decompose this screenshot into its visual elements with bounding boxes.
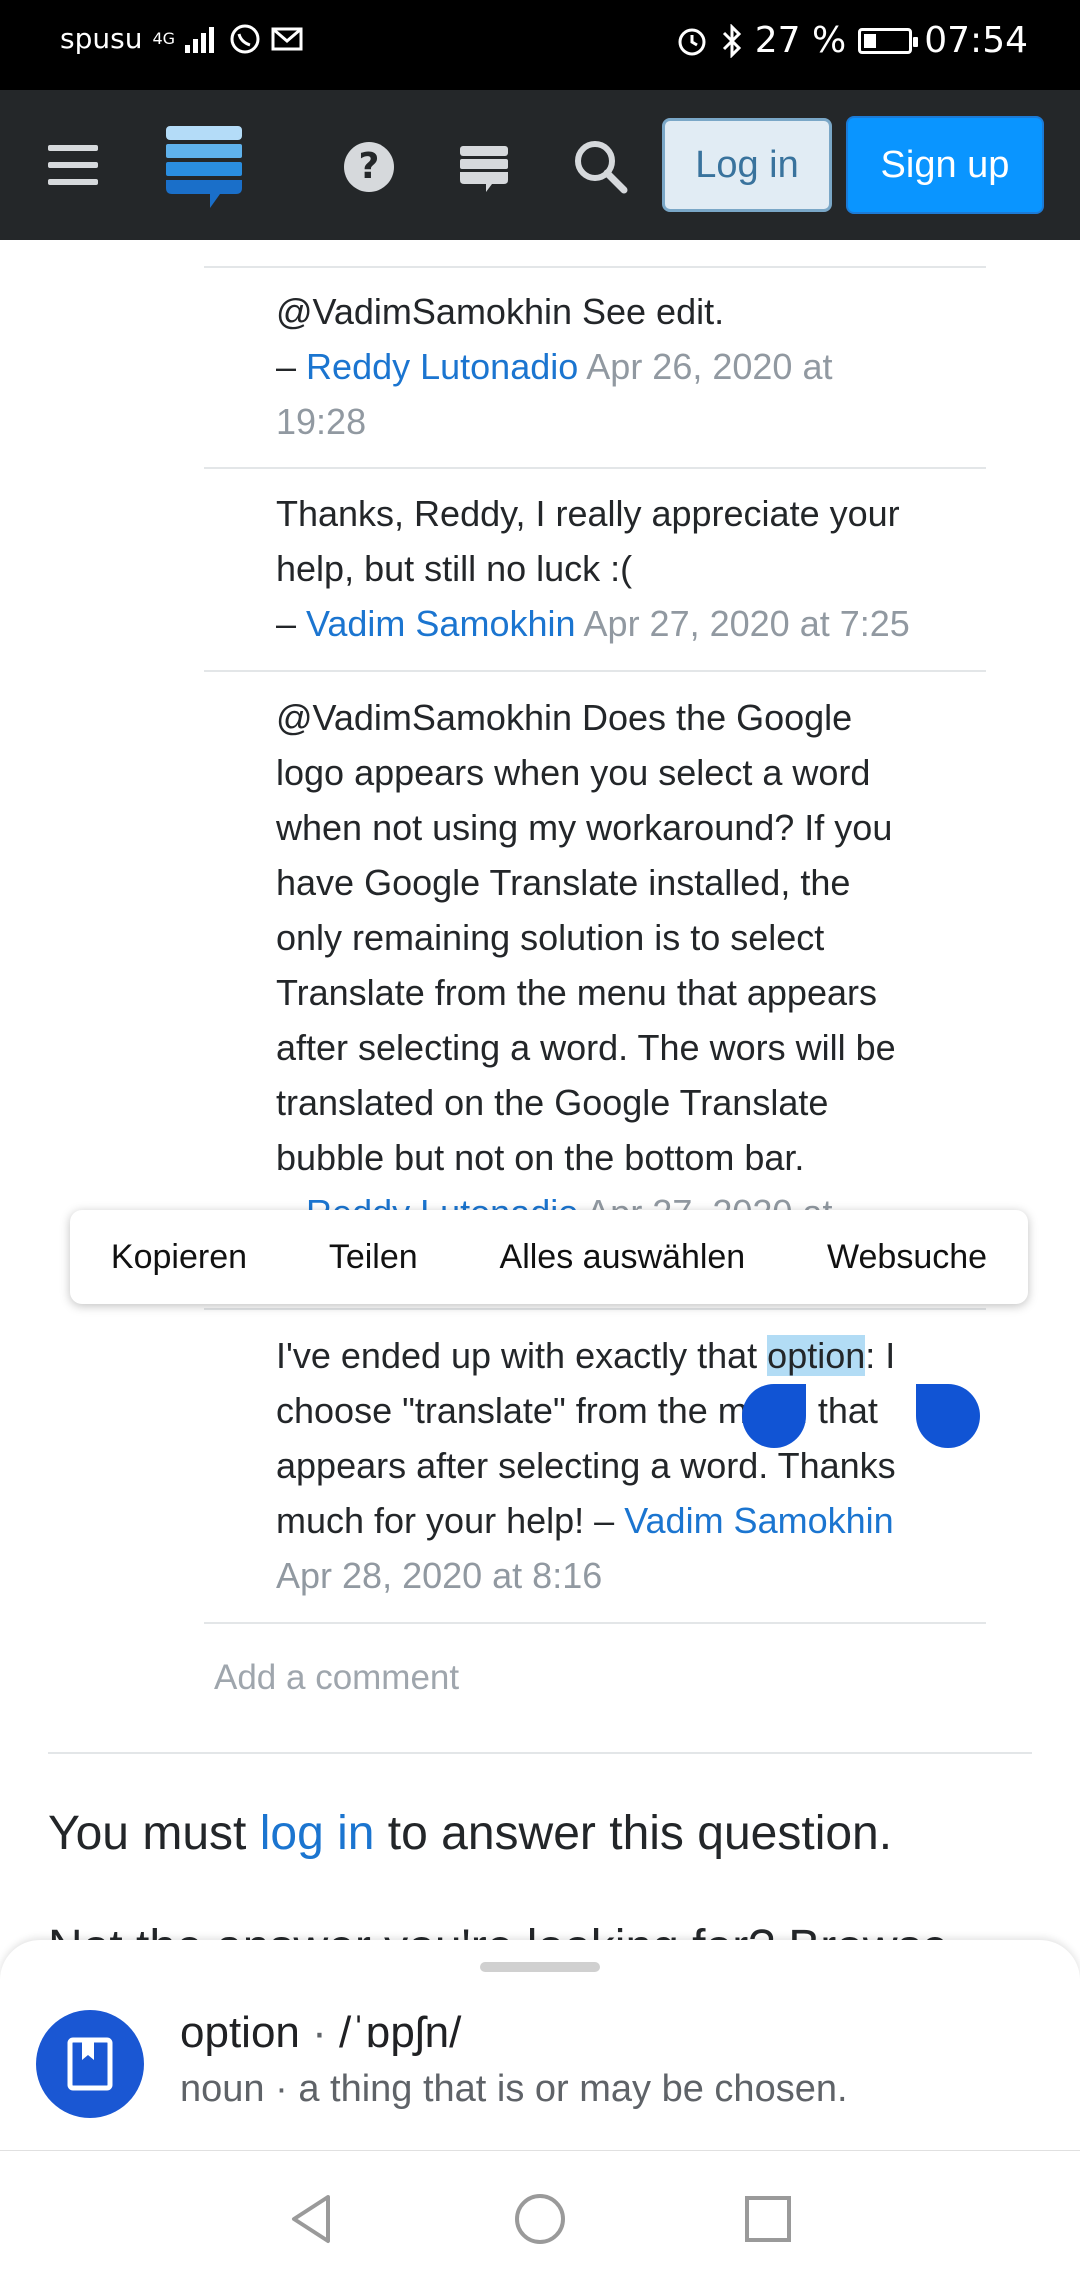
- comment-item: @VadimSamokhin Does the Google logo appe…: [276, 690, 986, 1240]
- comment-text: I've ended up with exactly that: [276, 1335, 768, 1376]
- selected-word[interactable]: option: [767, 1335, 866, 1376]
- text-selection-menu: Kopieren Teilen Alles auswählen Websuche: [70, 1210, 1028, 1304]
- dictionary-headword: option · /ˈɒpʃn/: [180, 2008, 461, 2058]
- comment-date: Apr 28, 2020 at 8:16: [276, 1555, 603, 1596]
- status-right: 27 % 07:54: [675, 20, 1028, 61]
- dictionary-book-icon: [36, 2010, 144, 2118]
- status-left: spusu 4G: [60, 22, 303, 55]
- comment-text-line: @VadimSamokhin Does the Google: [276, 697, 853, 738]
- comment-text-line: after selecting a word. The wors will be: [276, 1027, 896, 1068]
- comment-text: : I: [865, 1335, 896, 1376]
- battery-icon: [858, 27, 919, 54]
- comment-text-line: bubble but not on the bottom bar.: [276, 1137, 805, 1178]
- selection-end-handle[interactable]: [916, 1384, 980, 1448]
- home-icon[interactable]: [512, 2191, 568, 2247]
- clock: 07:54: [924, 20, 1028, 61]
- carrier-label: spusu: [60, 22, 143, 55]
- menu-web-search[interactable]: Websuche: [827, 1238, 987, 1277]
- back-icon[interactable]: [284, 2191, 340, 2247]
- headword-text: option: [180, 2008, 300, 2057]
- comment-date: Apr 27, 2020 at 7:25: [583, 603, 910, 644]
- comment-divider: [204, 670, 986, 672]
- login-link[interactable]: log in: [260, 1807, 375, 1860]
- comment-dash: –: [276, 603, 297, 644]
- dictionary-sheet: option · /ˈɒpʃn/ noun · a thing that is …: [0, 1940, 1080, 2150]
- pronunciation: /ˈɒpʃn/: [339, 2008, 462, 2057]
- comment-divider: [204, 1622, 986, 1624]
- comment-text-line: Translate from the menu that appears: [276, 972, 877, 1013]
- search-icon[interactable]: [570, 136, 630, 196]
- section-divider: [48, 1752, 1032, 1754]
- comment-text-line: translated on the Google Translate: [276, 1082, 829, 1123]
- comment-text-line: only remaining solution is to select: [276, 917, 825, 958]
- add-comment-link[interactable]: Add a comment: [214, 1658, 459, 1698]
- comment-item: I've ended up with exactly that option: …: [276, 1328, 986, 1603]
- hamburger-menu-icon[interactable]: [48, 145, 98, 185]
- definition-text: a thing that is or may be chosen.: [298, 2068, 848, 2110]
- login-button[interactable]: Log in: [662, 118, 832, 212]
- top-navigation: ? Log in Sign up: [0, 90, 1080, 240]
- comment-item: @VadimSamokhin See edit. – Reddy Lutonad…: [276, 284, 986, 449]
- comment-text-line: logo appears when you select a word: [276, 752, 871, 793]
- help-icon[interactable]: ?: [344, 142, 394, 192]
- comment-text: @VadimSamokhin See edit.: [276, 291, 725, 332]
- system-navigation-bar: [0, 2150, 1080, 2281]
- comment-author-link[interactable]: Vadim Samokhin: [306, 603, 575, 644]
- comment-divider: [204, 467, 986, 469]
- comment-text: much for your help! –: [276, 1500, 615, 1541]
- menu-select-all[interactable]: Alles auswählen: [500, 1238, 746, 1277]
- comment-author-link[interactable]: Vadim Samokhin: [624, 1500, 893, 1541]
- separator: ·: [275, 2068, 288, 2110]
- comment-text-line: have Google Translate installed, the: [276, 862, 851, 903]
- comment-item: Thanks, Reddy, I really appreciate your …: [276, 486, 986, 651]
- inbox-icon[interactable]: [458, 142, 510, 194]
- comment-author-link[interactable]: Reddy Lutonadio: [306, 346, 578, 387]
- comment-date: Apr 26, 2020 at: [586, 346, 833, 387]
- stackexchange-logo-icon[interactable]: [166, 126, 242, 210]
- sheet-drag-handle[interactable]: [480, 1962, 600, 1972]
- comment-date-cont: 19:28: [276, 401, 367, 442]
- selection-start-handle[interactable]: [742, 1384, 806, 1448]
- comment-text-line: help, but still no luck :(: [276, 548, 633, 589]
- signup-button[interactable]: Sign up: [846, 116, 1044, 214]
- recents-icon[interactable]: [740, 2191, 796, 2247]
- comment-text-line: when not using my workaround? If you: [276, 807, 893, 848]
- status-bar: spusu 4G 27 % 07:54: [0, 0, 1080, 90]
- login-prompt-text: You must: [48, 1807, 247, 1860]
- battery-percent: 27 %: [754, 20, 847, 61]
- mail-icon: [271, 25, 303, 53]
- comment-divider: [204, 1308, 986, 1310]
- dictionary-definition: noun · a thing that is or may be chosen.: [180, 2068, 848, 2111]
- comment-dash: –: [276, 346, 297, 387]
- menu-copy[interactable]: Kopieren: [111, 1238, 247, 1277]
- network-label: 4G: [152, 29, 176, 48]
- whatsapp-icon: [229, 23, 261, 55]
- menu-share[interactable]: Teilen: [329, 1238, 418, 1277]
- comment-text-line: choose "translate" from the menu that: [276, 1390, 878, 1431]
- separator: ·: [312, 2008, 327, 2057]
- login-prompt: You must log in to answer this question.: [48, 1806, 892, 1861]
- comment-text-line: appears after selecting a word. Thanks: [276, 1445, 896, 1486]
- login-prompt-text: to answer this question.: [387, 1807, 893, 1860]
- alarm-icon: [675, 24, 709, 58]
- comment-divider: [204, 266, 986, 268]
- part-of-speech: noun: [180, 2068, 265, 2110]
- comment-text-line: Thanks, Reddy, I really appreciate your: [276, 493, 900, 534]
- bluetooth-icon: [721, 23, 743, 58]
- signal-icon: [185, 25, 219, 53]
